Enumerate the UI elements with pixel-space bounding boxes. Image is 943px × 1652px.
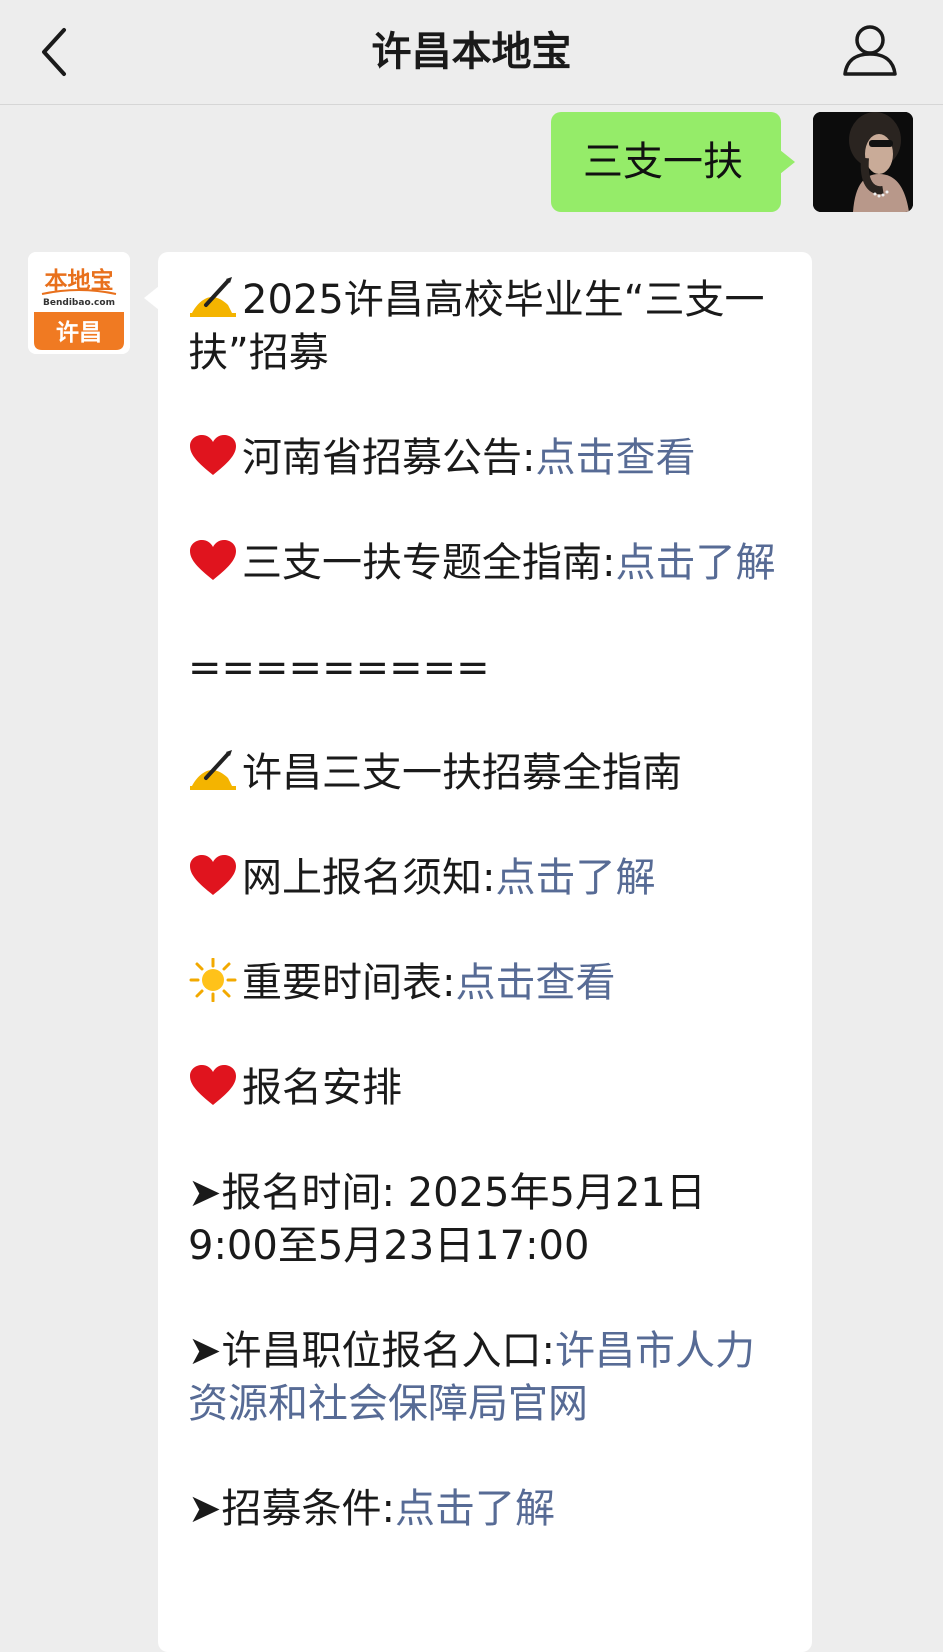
received-message-bubble: 2025许昌高校毕业生“三支一扶”招募 河南省招募公告:点击查看 三支一扶专题全… [144, 252, 812, 1652]
svg-text:Bendibao.com: Bendibao.com [43, 298, 115, 308]
list-item: 报名安排 [188, 1062, 788, 1115]
heart-icon [188, 1063, 238, 1107]
heart-icon [188, 433, 238, 477]
bendibao-logo: 本地宝 Bendibao.com 许昌 [28, 252, 130, 354]
separator-line: ========= [188, 645, 490, 691]
heart-icon [188, 853, 238, 897]
conditions-link[interactable]: 点击了解 [395, 1486, 555, 1532]
svg-text:许昌: 许昌 [56, 319, 102, 346]
user-photo [813, 112, 913, 212]
chat-title: 许昌本地宝 [371, 29, 572, 75]
list-item: 三支一扶专题全指南:点击了解 [188, 537, 788, 590]
writing-hand-icon [188, 748, 238, 792]
person-icon [843, 25, 897, 76]
user-avatar[interactable] [813, 112, 913, 212]
list-item: 重要时间表:点击查看 [188, 957, 788, 1010]
sent-message-bubble[interactable]: 三支一扶 [551, 112, 795, 212]
list-item: ➤报名时间: 2025年5月21日9:00至5月23日17:00 [188, 1170, 706, 1269]
sent-message-row: 三支一扶 [413, 112, 913, 212]
heart-icon [188, 538, 238, 582]
list-item: ➤许昌职位报名入口:许昌市人力资源和社会保障局官网 [188, 1328, 755, 1427]
profile-button[interactable] [837, 22, 903, 82]
guide-link[interactable]: 点击了解 [615, 540, 775, 586]
list-item: 网上报名须知:点击了解 [188, 852, 788, 905]
chevron-left-icon [42, 28, 66, 76]
back-button[interactable] [30, 22, 90, 82]
list-item: 许昌三支一扶招募全指南 [188, 747, 788, 800]
nav-bar: 许昌本地宝 [0, 0, 943, 105]
message-title-line: 2025许昌高校毕业生“三支一扶”招募 [188, 274, 788, 380]
list-item: ➤招募条件:点击了解 [188, 1486, 555, 1532]
message-text: 2025许昌高校毕业生“三支一扶”招募 河南省招募公告:点击查看 三支一扶专题全… [188, 274, 788, 1588]
bendibao-logo-avatar[interactable]: 本地宝 Bendibao.com 许昌 [28, 252, 130, 354]
schedule-link[interactable]: 点击查看 [455, 960, 615, 1006]
message-title: 2025许昌高校毕业生“三支一扶”招募 [188, 277, 765, 376]
sun-icon [188, 958, 238, 1002]
list-item: 河南省招募公告:点击查看 [188, 432, 788, 485]
announcement-link[interactable]: 点击查看 [535, 435, 695, 481]
writing-hand-icon [188, 275, 238, 319]
registration-notice-link[interactable]: 点击了解 [495, 855, 655, 901]
